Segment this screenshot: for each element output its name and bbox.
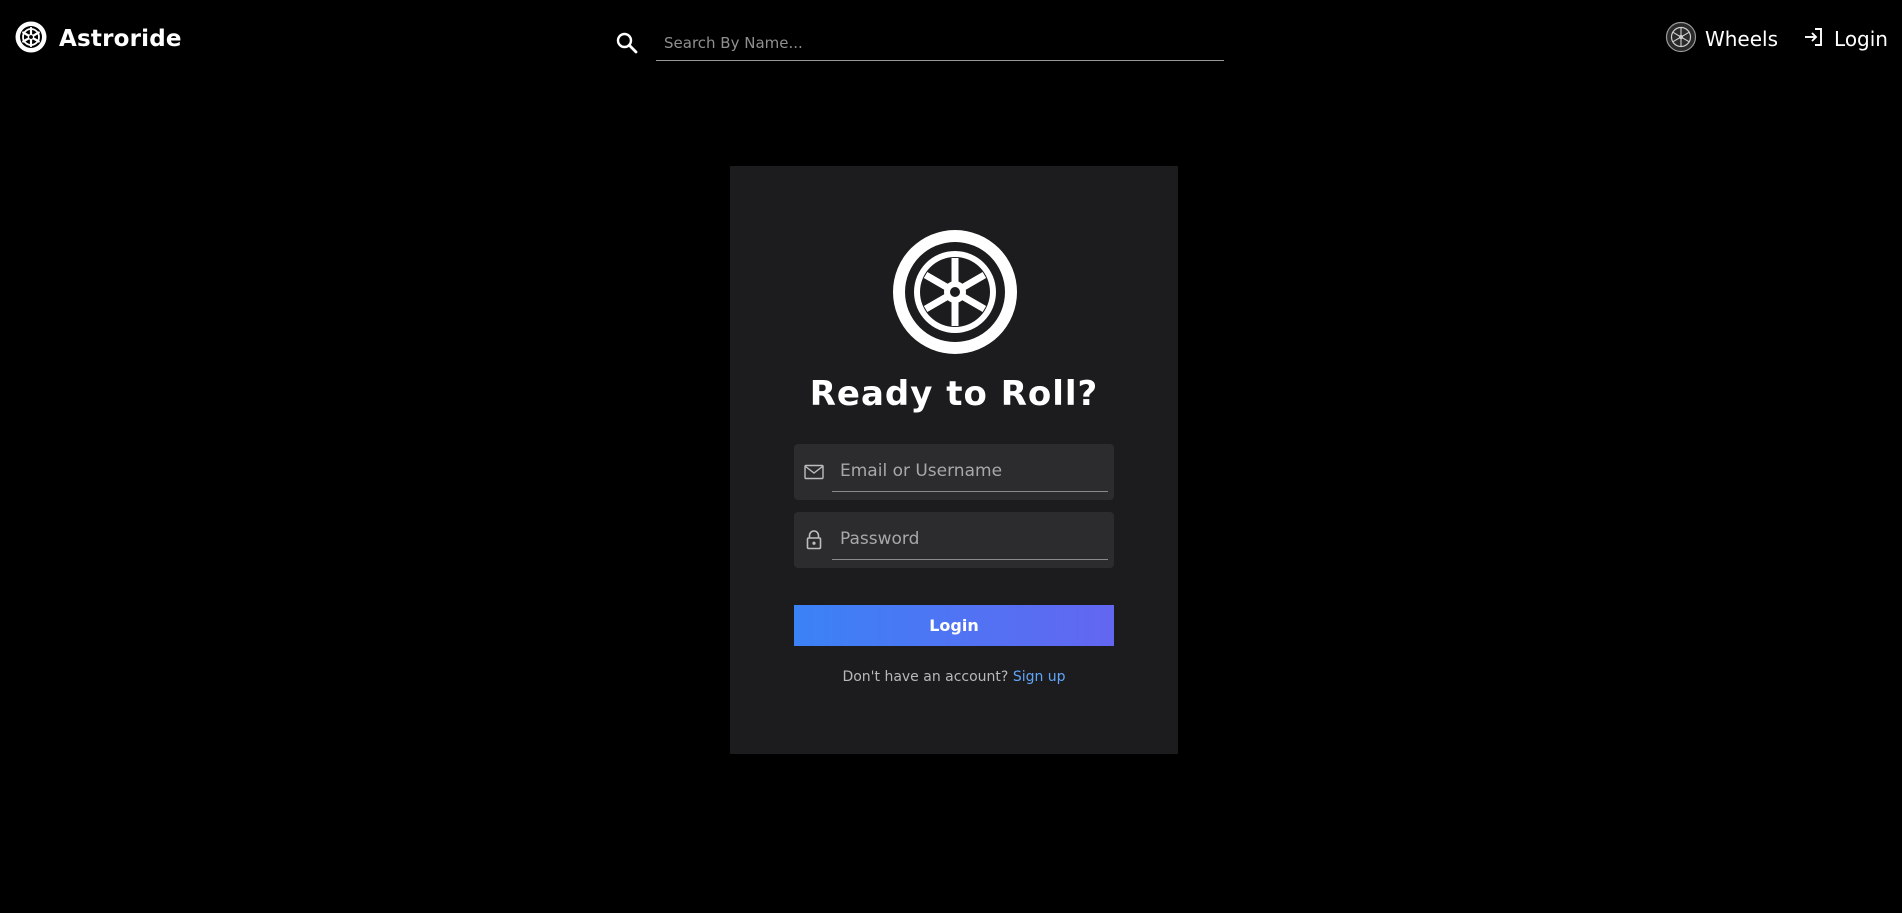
lock-icon (796, 512, 832, 568)
password-input[interactable] (832, 518, 1108, 560)
password-field (794, 512, 1114, 568)
wheel-badge-icon (1665, 21, 1697, 58)
search-icon[interactable] (612, 28, 642, 58)
nav-wheels-label: Wheels (1704, 27, 1779, 51)
page-title: Ready to Roll? (809, 374, 1099, 414)
signup-prompt-text: Don't have an account? (842, 669, 1009, 685)
wheel-icon (14, 20, 48, 58)
search-bar (612, 24, 1224, 62)
nav-links: Wheels Login (1665, 21, 1888, 58)
nav-login-label: Login (1834, 27, 1888, 51)
brand-link[interactable]: Astroride (14, 20, 182, 58)
login-button[interactable]: Login (794, 605, 1114, 646)
mail-icon (796, 444, 832, 500)
top-navbar: Astroride Search By Name... Wheels Login (0, 0, 1902, 78)
nav-login[interactable]: Login (1802, 25, 1888, 54)
wheel-icon (893, 230, 1017, 354)
search-input[interactable] (656, 25, 1224, 61)
signup-prompt: Don't have an account? Sign up (730, 669, 1178, 685)
signup-link[interactable]: Sign up (1013, 669, 1066, 685)
brand-name: Astroride (59, 26, 182, 52)
email-input[interactable] (832, 450, 1108, 492)
email-field (794, 444, 1114, 500)
login-icon (1802, 25, 1826, 54)
login-card: Ready to Roll? Login Don't have an accou… (730, 166, 1178, 754)
nav-wheels[interactable]: Wheels (1665, 21, 1778, 58)
